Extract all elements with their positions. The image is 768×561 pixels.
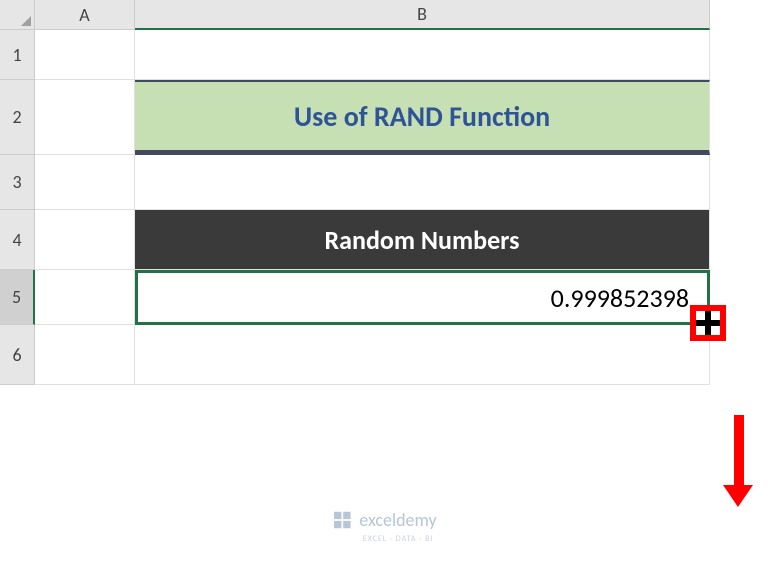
column-header-b[interactable]: B	[135, 0, 710, 30]
spreadsheet-grid: A B 1 2 Use of RAND Function 3 4 Random …	[0, 0, 768, 385]
cell-b3[interactable]	[135, 155, 710, 210]
row-header-5[interactable]: 5	[0, 270, 35, 325]
drag-arrow-annotation	[733, 415, 745, 500]
fill-handle[interactable]	[690, 305, 726, 341]
row-header-4[interactable]: 4	[0, 210, 35, 270]
watermark: exceldemy	[331, 509, 436, 531]
cell-a6[interactable]	[35, 325, 135, 385]
cell-a5[interactable]	[35, 270, 135, 325]
watermark-text: exceldemy	[359, 509, 436, 531]
cell-b1[interactable]	[135, 30, 710, 80]
cell-a1[interactable]	[35, 30, 135, 80]
column-header-a[interactable]: A	[35, 0, 135, 30]
cell-b4-header[interactable]: Random Numbers	[135, 210, 710, 270]
cell-a4[interactable]	[35, 210, 135, 270]
cell-b2-title[interactable]: Use of RAND Function	[135, 80, 710, 155]
cell-b5-value: 0.999852398	[551, 282, 689, 314]
watermark-tagline: EXCEL · DATA · BI	[363, 534, 434, 544]
row-header-1[interactable]: 1	[0, 30, 35, 80]
cell-a2[interactable]	[35, 80, 135, 155]
cell-b5-selected[interactable]: 0.999852398	[135, 270, 710, 325]
cell-b6[interactable]	[135, 325, 710, 385]
cell-a3[interactable]	[35, 155, 135, 210]
row-header-6[interactable]: 6	[0, 325, 35, 385]
select-all-corner[interactable]	[0, 0, 35, 30]
watermark-icon	[331, 509, 353, 531]
fill-handle-icon	[696, 311, 720, 335]
row-header-2[interactable]: 2	[0, 80, 35, 155]
row-header-3[interactable]: 3	[0, 155, 35, 210]
